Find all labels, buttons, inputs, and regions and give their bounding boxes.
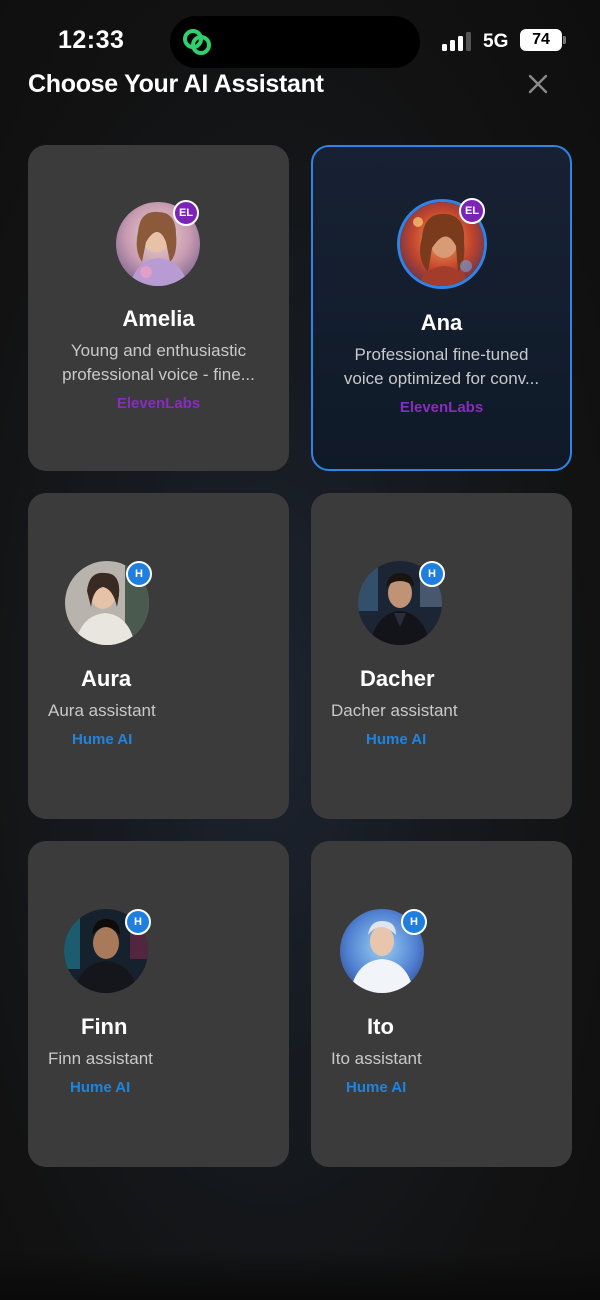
provider-label: ElevenLabs [116,395,201,412]
elevenlabs-badge: EL [459,198,485,224]
description-line: Finn assistant [48,1049,153,1068]
assistant-description: Finn assistant [48,1047,271,1071]
assistant-card-aura[interactable]: H Aura Aura assistant Hume AI [28,493,289,819]
screen: 12:33 5G 74 Choose Your AI Assistant EL … [0,0,600,1300]
assistant-name: Aura [81,666,132,691]
dynamic-island [170,16,420,68]
network-type: 5G [483,31,509,52]
assistant-description: Professional fine-tuned voice optimized … [331,343,552,391]
assistant-card-ana[interactable]: EL Ana Professional fine-tuned voice opt… [311,145,572,471]
assistant-description: Dacher assistant [331,699,554,723]
provider-label: Hume AI [70,1079,131,1096]
status-time: 12:33 [58,26,125,54]
description-line: Young and enthusiastic [70,341,247,360]
description-line: Aura assistant [48,701,156,720]
description-line: voice optimized for conv... [343,369,540,388]
assistant-name: Ana [420,310,463,335]
assistant-card-finn[interactable]: H Finn Finn assistant Hume AI [28,841,289,1167]
provider-label: Hume AI [366,731,427,748]
assistant-description: Young and enthusiastic professional voic… [46,339,271,387]
hume-badge: H [419,561,445,587]
description-line: Ito assistant [331,1049,422,1068]
assistant-name: Finn [81,1014,128,1039]
provider-label: Hume AI [72,731,133,748]
provider-label: ElevenLabs [399,399,484,416]
link-rings-icon [183,29,211,55]
description-line: Dacher assistant [331,701,458,720]
description-line: Professional fine-tuned [354,345,529,364]
close-icon[interactable] [524,70,552,98]
assistant-description: Aura assistant [48,699,271,723]
signal-icon [442,31,472,51]
assistant-card-amelia[interactable]: EL Amelia Young and enthusiastic profess… [28,145,289,471]
assistant-name: Dacher [360,666,435,691]
description-line: professional voice - fine... [62,365,255,384]
assistant-card-dacher[interactable]: H Dacher Dacher assistant Hume AI [311,493,572,819]
elevenlabs-badge: EL [173,200,199,226]
assistant-name: Ito [367,1014,394,1039]
hume-badge: H [126,561,152,587]
page-title: Choose Your AI Assistant [28,70,324,98]
status-bar: 12:33 5G 74 [0,0,600,80]
assistant-card-ito[interactable]: H Ito Ito assistant Hume AI [311,841,572,1167]
hume-badge: H [401,909,427,935]
assistant-name: Amelia [122,306,195,331]
hume-badge: H [125,909,151,935]
battery-cap [563,36,566,44]
provider-label: Hume AI [346,1079,407,1096]
bottom-fade [0,1250,600,1300]
battery-icon: 74 [520,29,562,51]
assistant-description: Ito assistant [331,1047,554,1071]
